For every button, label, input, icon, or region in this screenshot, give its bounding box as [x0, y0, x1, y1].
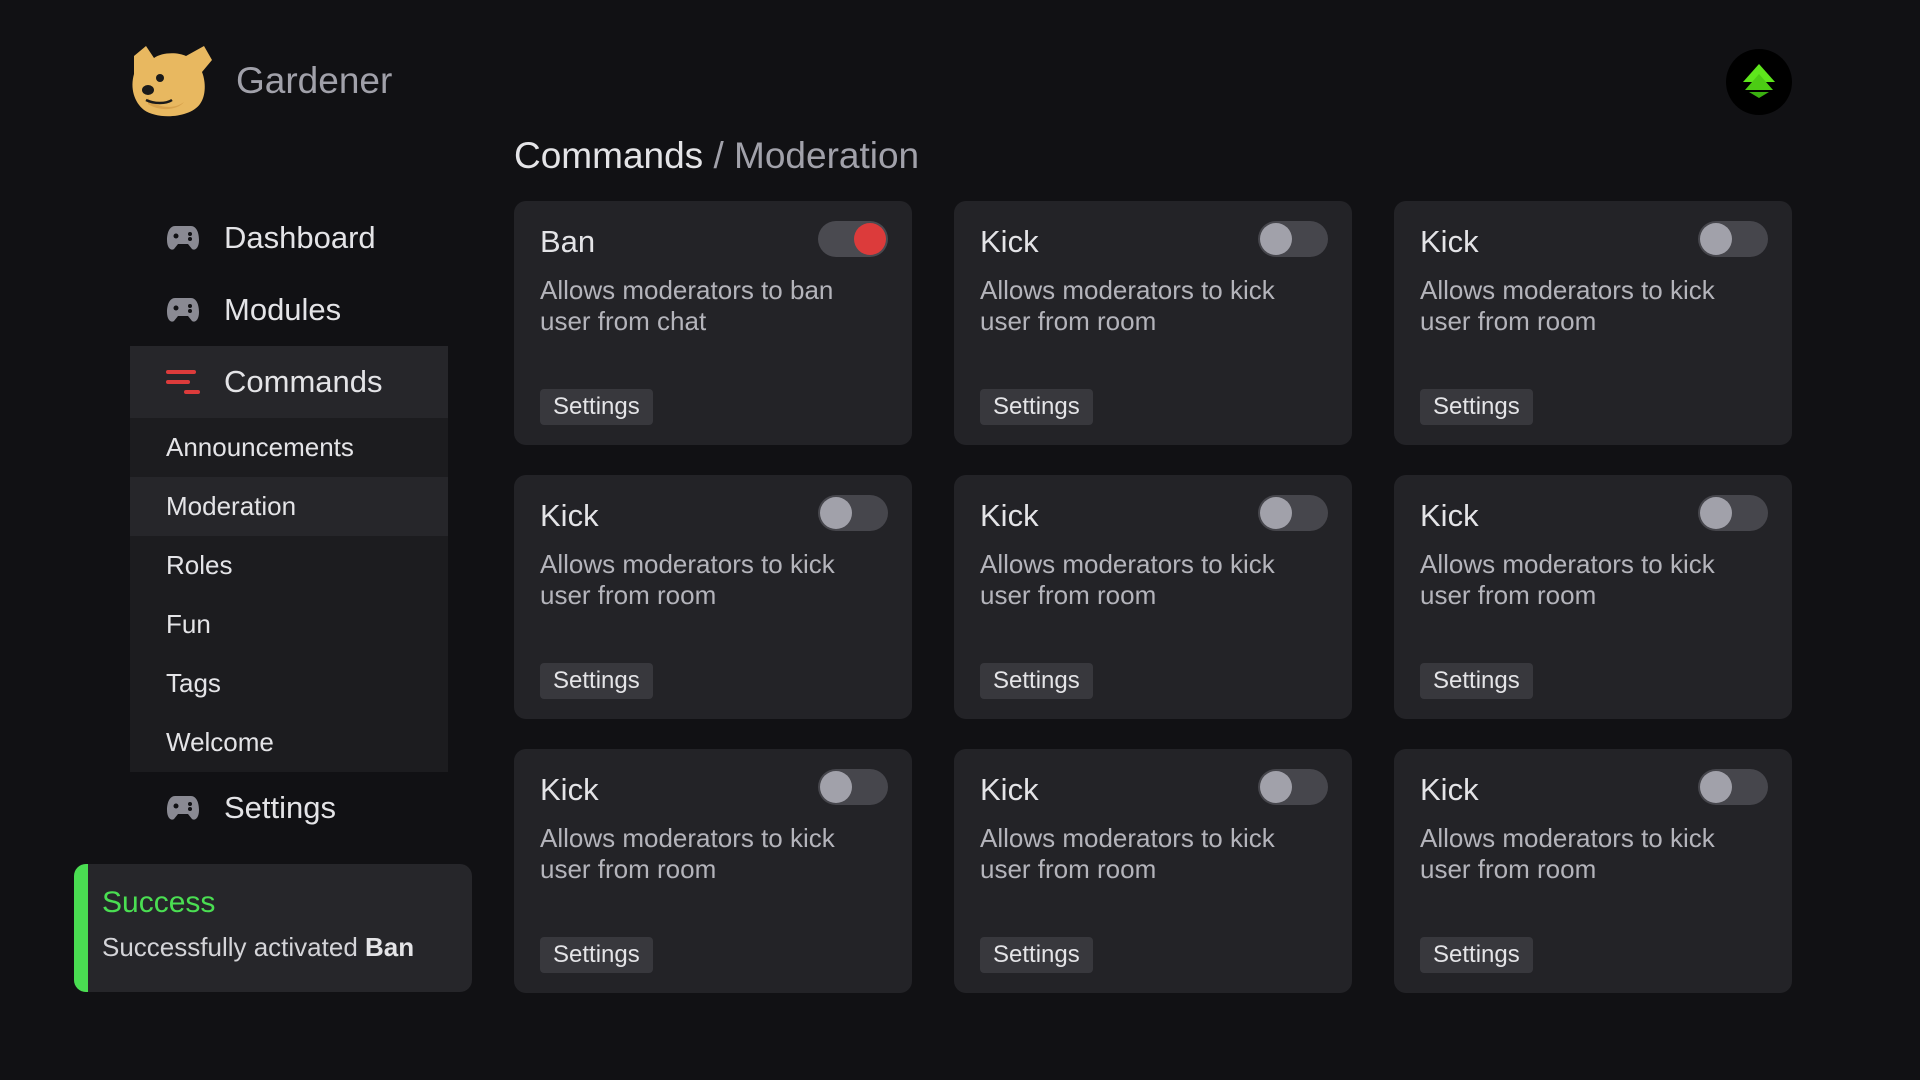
sidebar-item-dashboard[interactable]: Dashboard	[130, 202, 448, 274]
toast-message-emphasis: Ban	[365, 932, 415, 962]
gamepad-icon	[166, 292, 202, 328]
tree-logo-icon	[1743, 64, 1775, 98]
settings-button[interactable]: Settings	[1420, 389, 1533, 425]
sidebar-item-modules[interactable]: Modules	[130, 274, 448, 346]
dog-logo-icon	[132, 46, 212, 117]
sidebar-item-settings[interactable]: Settings	[130, 772, 448, 844]
gamepad-icon	[166, 790, 202, 826]
gamepad-icon	[166, 220, 202, 256]
toast-message-text: Successfully activated	[102, 932, 358, 962]
command-toggle[interactable]	[1258, 495, 1328, 531]
settings-button[interactable]: Settings	[1420, 937, 1533, 973]
command-description: Allows moderators to ban user from chat	[540, 275, 834, 336]
settings-button[interactable]: Settings	[980, 937, 1093, 973]
command-card: Kick Allows moderators to kick user from…	[1394, 201, 1792, 445]
submenu-item-announcements[interactable]: Announcements	[130, 418, 448, 477]
command-card: Kick Allows moderators to kick user from…	[514, 749, 912, 993]
command-card: Kick Allows moderators to kick user from…	[514, 475, 912, 719]
command-description: Allows moderators to kick user from room	[1420, 823, 1715, 884]
sidebar-item-label: Commands	[224, 364, 383, 399]
toast-message: Successfully activated Ban	[102, 932, 472, 963]
settings-button[interactable]: Settings	[540, 389, 653, 425]
submenu-item-fun[interactable]: Fun	[130, 595, 448, 654]
submenu-item-moderation[interactable]: Moderation	[130, 477, 448, 536]
sidebar: Dashboard Modules Commands Announcements…	[130, 202, 448, 844]
settings-button[interactable]: Settings	[540, 663, 653, 699]
sidebar-item-label: Modules	[224, 292, 342, 327]
toggle-knob	[854, 223, 886, 255]
breadcrumb-current: Moderation	[734, 135, 920, 176]
commands-submenu: Announcements Moderation Roles Fun Tags …	[130, 418, 448, 772]
command-toggle[interactable]	[1698, 221, 1768, 257]
command-description: Allows moderators to kick user from room	[540, 549, 835, 610]
toggle-knob	[1260, 497, 1292, 529]
success-toast[interactable]: Success Successfully activated Ban	[74, 864, 472, 992]
command-description: Allows moderators to kick user from room	[540, 823, 835, 884]
toggle-knob	[1700, 771, 1732, 803]
app-name: Gardener	[236, 60, 393, 101]
command-toggle[interactable]	[1258, 221, 1328, 257]
command-description: Allows moderators to kick user from room	[980, 823, 1275, 884]
command-card: Kick Allows moderators to kick user from…	[954, 749, 1352, 993]
command-card: Kick Allows moderators to kick user from…	[954, 201, 1352, 445]
submenu-item-roles[interactable]: Roles	[130, 536, 448, 595]
toast-accent-bar	[74, 864, 88, 992]
command-toggle[interactable]	[1698, 495, 1768, 531]
command-card: Ban Allows moderators to ban user from c…	[514, 201, 912, 445]
brand[interactable]: Gardener	[128, 42, 392, 120]
sidebar-item-label: Dashboard	[224, 220, 376, 255]
command-card: Kick Allows moderators to kick user from…	[954, 475, 1352, 719]
sidebar-item-label: Settings	[224, 790, 337, 825]
toggle-knob	[1700, 223, 1732, 255]
submenu-item-tags[interactable]: Tags	[130, 654, 448, 713]
command-toggle[interactable]	[1698, 769, 1768, 805]
command-description: Allows moderators to kick user from room	[1420, 549, 1715, 610]
settings-button[interactable]: Settings	[1420, 663, 1533, 699]
command-toggle[interactable]	[818, 495, 888, 531]
toast-title: Success	[102, 886, 216, 919]
command-card: Kick Allows moderators to kick user from…	[1394, 749, 1792, 993]
breadcrumb-separator: /	[713, 135, 724, 176]
command-description: Allows moderators to kick user from room	[1420, 275, 1715, 336]
toggle-knob	[1700, 497, 1732, 529]
toggle-knob	[820, 497, 852, 529]
command-card: Kick Allows moderators to kick user from…	[1394, 475, 1792, 719]
command-toggle[interactable]	[818, 769, 888, 805]
toggle-knob	[1260, 223, 1292, 255]
sidebar-item-commands[interactable]: Commands	[130, 346, 448, 418]
menu-lines-icon	[166, 364, 202, 400]
command-description: Allows moderators to kick user from room	[980, 275, 1275, 336]
command-toggle[interactable]	[818, 221, 888, 257]
breadcrumb: Commands / Moderation	[514, 132, 919, 180]
command-grid: Ban Allows moderators to ban user from c…	[514, 201, 1792, 993]
submenu-item-welcome[interactable]: Welcome	[130, 713, 448, 772]
command-description: Allows moderators to kick user from room	[980, 549, 1275, 610]
command-toggle[interactable]	[1258, 769, 1328, 805]
toggle-knob	[1260, 771, 1292, 803]
breadcrumb-root[interactable]: Commands	[514, 135, 703, 176]
settings-button[interactable]: Settings	[980, 663, 1093, 699]
settings-button[interactable]: Settings	[980, 389, 1093, 425]
toggle-knob	[820, 771, 852, 803]
settings-button[interactable]: Settings	[540, 937, 653, 973]
user-avatar[interactable]	[1726, 49, 1792, 115]
